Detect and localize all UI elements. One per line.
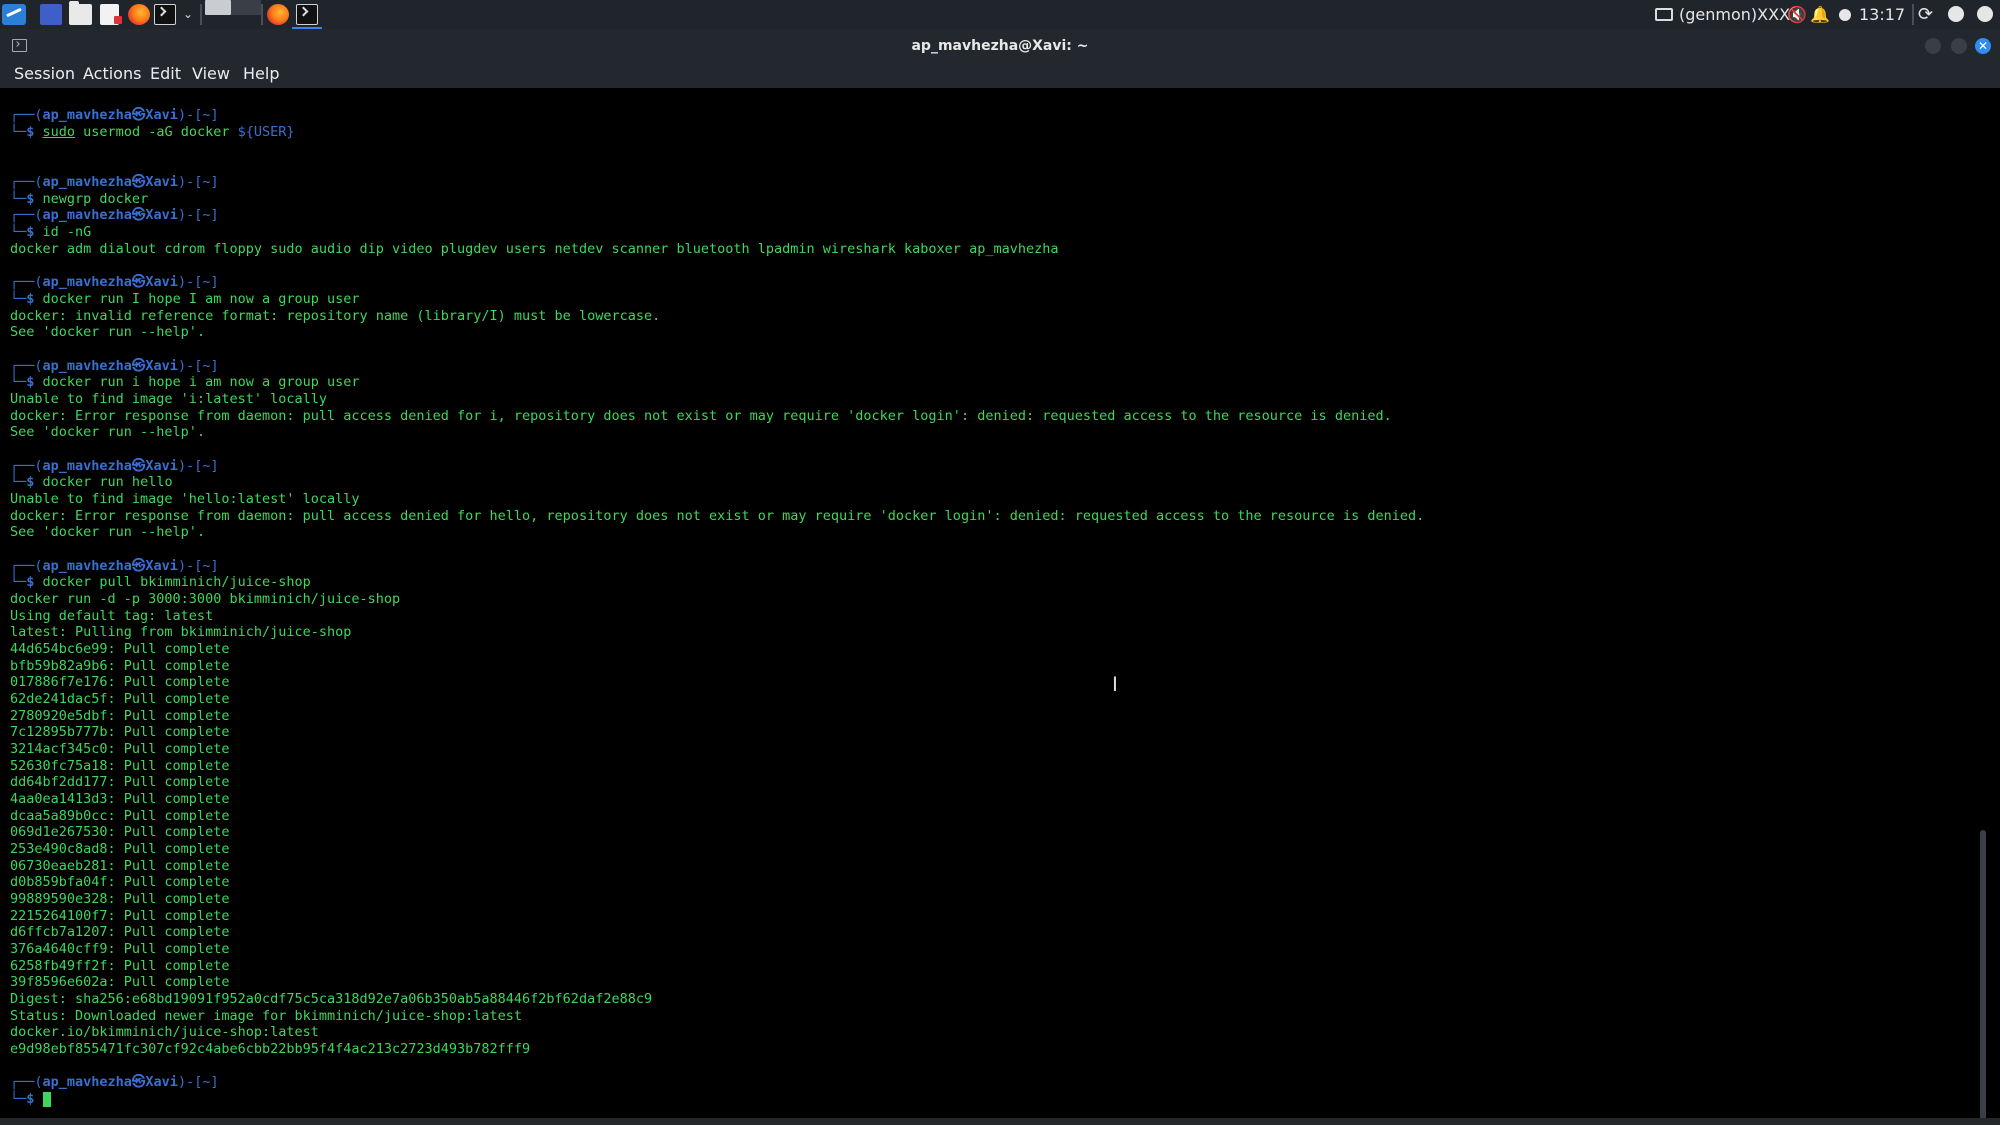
workspace-2[interactable] [231,0,261,15]
scrollbar[interactable] [1980,830,1986,1120]
prompt-line: ┌──(ap_mavhezha㉿Xavi)-[~] [10,107,219,123]
window-bottom-border [0,1118,2000,1125]
menu-help[interactable]: Help [243,63,279,84]
firefox-launcher-icon[interactable] [128,4,150,25]
menu-view[interactable]: View [192,63,230,84]
layer-line: 376a4640cff9: Pull complete [10,941,230,957]
command-line: └─$ docker pull bkimminich/juice-shop [10,574,311,590]
prompt-line: ┌──(ap_mavhezha㉿Xavi)-[~] [10,274,219,290]
output-line: Unable to find image 'i:latest' locally [10,391,327,407]
panel-separator [200,4,202,25]
prompt-line: ┌──(ap_mavhezha㉿Xavi)-[~] [10,458,219,474]
output-line: docker adm dialout cdrom floppy sudo aud… [10,241,1059,257]
layer-line: 39f8596e602a: Pull complete [10,974,230,990]
layer-line: 3214acf345c0: Pull complete [10,741,230,757]
output-line: docker.io/bkimminich/juice-shop:latest [10,1024,319,1040]
layer-line: 4aa0ea1413d3: Pull complete [10,791,230,807]
screen-icon[interactable] [1655,8,1673,21]
layer-line: bfb59b82a9b6: Pull complete [10,658,230,674]
layer-line: dcaa5a89b0cc: Pull complete [10,808,230,824]
chevron-down-icon[interactable]: ⌄ [182,4,194,25]
prompt-line: ┌──(ap_mavhezha㉿Xavi)-[~] [10,1074,219,1090]
layer-line: 2780920e5dbf: Pull complete [10,708,230,724]
layer-line: 6258fb49ff2f: Pull complete [10,958,230,974]
panel-separator [261,4,263,25]
volume-muted-icon[interactable]: 🔇 [1787,0,1807,29]
command-line: └─$ docker run I hope I am now a group u… [10,291,360,307]
output-line: docker: Error response from daemon: pull… [10,508,1425,524]
command-input-line[interactable]: └─$ [10,1091,51,1108]
output-line: Unable to find image 'hello:latest' loca… [10,491,360,507]
prompt-line: ┌──(ap_mavhezha㉿Xavi)-[~] [10,174,219,190]
notification-bell-icon[interactable]: 🔔 [1810,0,1830,29]
firefox-window-icon[interactable] [267,4,289,25]
output-line: Digest: sha256:e68bd19091f952a0cdf75c5ca… [10,991,653,1007]
window-title: ap_mavhezha@Xavi: ~ [911,38,1089,54]
command-line: └─$ docker run i hope i am now a group u… [10,374,360,390]
output-line: Using default tag: latest [10,608,214,624]
layer-line: 06730eaeb281: Pull complete [10,858,230,874]
layer-line: 99889590e328: Pull complete [10,891,230,907]
text-editor-icon[interactable] [100,4,122,25]
lock-screen-icon[interactable] [1948,6,1964,22]
output-line: See 'docker run --help'. [10,524,206,540]
command-line: └─$ docker run hello [10,474,173,490]
menu-actions[interactable]: Actions [83,63,141,84]
command-line: └─$ id -nG [10,224,92,240]
layer-line: 017886f7e176: Pull complete [10,674,230,690]
terminal-window-icon[interactable] [296,4,318,25]
maximize-button[interactable] [1951,38,1967,54]
command-line: └─$ newgrp docker [10,191,149,207]
layer-line: 069d1e267530: Pull complete [10,824,230,840]
layer-line: d6ffcb7a1207: Pull complete [10,924,230,940]
output-line: See 'docker run --help'. [10,324,206,340]
layer-line: 2215264100f7: Pull complete [10,908,230,924]
layer-line: 7c12895b777b: Pull complete [10,724,230,740]
terminal-output[interactable]: ┌──(ap_mavhezha㉿Xavi)-[~] └─$ sudo userm… [0,88,1994,1118]
minimize-button[interactable] [1925,38,1941,54]
output-line: See 'docker run --help'. [10,424,206,440]
top-panel: ⌄ (genmon)XXX 🔇 🔔 13:17 ⟳ [0,0,2000,29]
prompt-line: ┌──(ap_mavhezha㉿Xavi)-[~] [10,558,219,574]
layer-line: d0b859bfa04f: Pull complete [10,874,230,890]
prompt-line: ┌──(ap_mavhezha㉿Xavi)-[~] [10,207,219,223]
show-desktop-icon[interactable] [40,4,62,25]
layer-line: 62de241dac5f: Pull complete [10,691,230,707]
layer-line: 52630fc75a18: Pull complete [10,758,230,774]
mouse-ibeam-icon: Ⅰ [1112,672,1118,696]
panel-separator [1912,4,1914,25]
kali-menu-icon[interactable] [2,4,26,25]
output-line: docker run -d -p 3000:3000 bkimminich/ju… [10,591,401,607]
menu-session[interactable]: Session [14,63,75,84]
output-line: docker: Error response from daemon: pull… [10,408,1392,424]
output-line: docker: invalid reference format: reposi… [10,308,661,324]
output-line: latest: Pulling from bkimminich/juice-sh… [10,624,352,640]
layer-line: 44d654bc6e99: Pull complete [10,641,230,657]
window-titlebar[interactable]: ap_mavhezha@Xavi: ~ ✕ [0,29,2000,64]
clock-icon [1839,9,1851,21]
workspace-1[interactable] [205,0,231,15]
terminal-launcher-icon[interactable] [154,4,176,25]
refresh-icon[interactable]: ⟳ [1918,0,1933,29]
command-line: └─$ sudo usermod -aG docker ${USER} [10,124,295,140]
clock[interactable]: 13:17 [1859,0,1905,29]
output-line: Status: Downloaded newer image for bkimm… [10,1008,523,1024]
genmon-label[interactable]: (genmon)XXX [1679,0,1790,29]
output-line: e9d98ebf855471fc307cf92c4abe6cbb22bb95f4… [10,1041,531,1057]
power-icon[interactable] [1977,6,1993,22]
text-cursor [42,1091,51,1107]
file-manager-icon[interactable] [69,1,92,25]
close-button[interactable]: ✕ [1975,38,1991,54]
prompt-line: ┌──(ap_mavhezha㉿Xavi)-[~] [10,358,219,374]
layer-line: dd64bf2dd177: Pull complete [10,774,230,790]
menu-bar: Session Actions Edit View Help [0,63,2000,88]
menu-edit[interactable]: Edit [150,63,181,84]
layer-line: 253e490c8ad8: Pull complete [10,841,230,857]
